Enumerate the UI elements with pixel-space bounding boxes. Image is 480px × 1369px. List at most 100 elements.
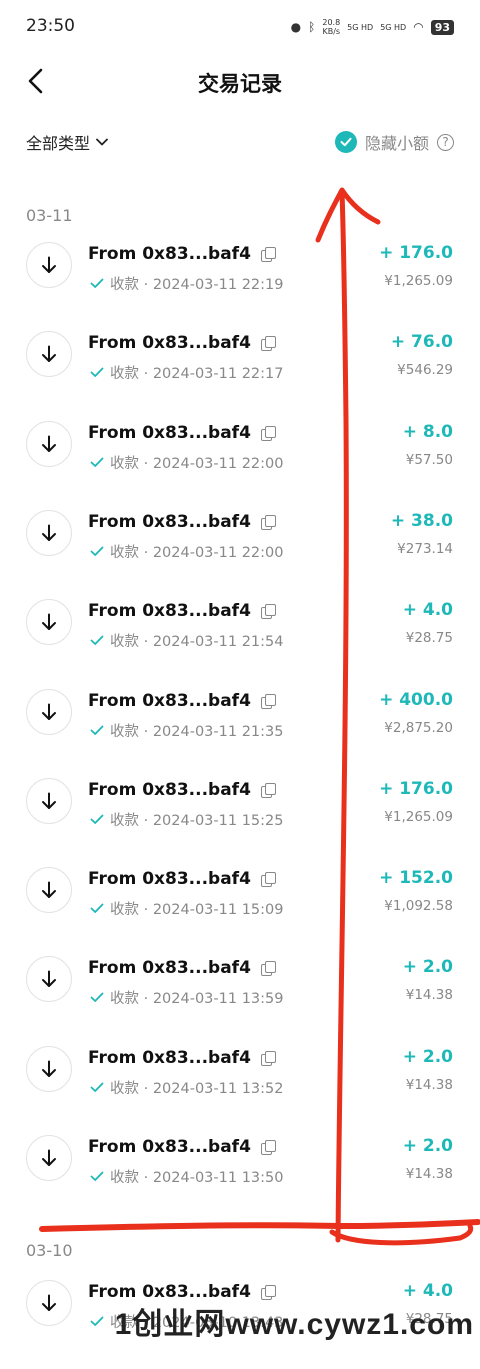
transaction-row[interactable]: From 0x83...baf4 收款 · 2024-03-11 13:59 + 2…	[0, 956, 480, 1045]
transaction-row[interactable]: From 0x83...baf4 收款 · 2024-03-11 13:50 + 2…	[0, 1135, 480, 1224]
transaction-status: 收款 · 2024-03-11 13:52	[90, 1077, 284, 1098]
receive-arrow-icon	[26, 509, 72, 556]
transaction-row[interactable]: From 0x83...baf4 收款 · 2024-03-11 15:09 + 1…	[0, 867, 480, 956]
status-text: 收款 · 2024-03-11 22:19	[110, 277, 284, 293]
status-text: 收款 · 2024-03-11 13:59	[110, 991, 284, 1008]
transaction-from: From 0x83...baf4	[88, 779, 276, 800]
transaction-row[interactable]: From 0x83...baf4 收款 · 2024-03-11 21:54 + 4…	[0, 599, 480, 688]
transaction-row[interactable]: From 0x83...baf4 收款 · 2024-03-11 15:25 + 1…	[0, 777, 480, 867]
transaction-from: From 0x83...baf4	[88, 958, 276, 978]
transaction-row[interactable]: From 0x83...baf4 收款 · 2024-03-11 22:00 + 8…	[0, 420, 480, 510]
status-text: 收款 · 2024-03-11 21:35	[110, 723, 284, 740]
check-icon	[90, 1316, 104, 1326]
type-filter-dropdown[interactable]: 全部类型	[26, 130, 108, 154]
speed-value: 20.8	[322, 18, 341, 27]
status-text: 收款 · 2024-03-11 15:25	[110, 812, 284, 829]
copy-icon[interactable]	[260, 782, 276, 798]
transaction-fiat-value: ¥57.50	[405, 451, 453, 468]
transaction-row[interactable]: From 0x83...baf4 收款 · 2024-03-11 21:35 + 4…	[0, 688, 480, 778]
receive-arrow-icon	[26, 956, 72, 1003]
wifi-icon: ◠	[413, 20, 424, 34]
receive-arrow-icon	[26, 420, 72, 467]
check-icon	[90, 457, 104, 467]
transaction-from: From 0x83...baf4	[88, 601, 276, 622]
copy-icon[interactable]	[260, 514, 276, 530]
from-address: From 0x83...baf4	[88, 779, 251, 800]
copy-icon[interactable]	[260, 1285, 276, 1300]
checked-icon[interactable]	[334, 131, 357, 153]
check-icon	[90, 903, 104, 913]
transaction-amount: + 176.0	[379, 243, 453, 263]
copy-icon[interactable]	[260, 872, 276, 888]
copy-icon[interactable]	[260, 961, 276, 977]
transaction-row[interactable]: From 0x83...baf4 收款 · 2024-03-11 13:52 + 2…	[0, 1045, 480, 1135]
from-address: From 0x83...baf4	[88, 1047, 251, 1068]
from-address: From 0x83...baf4	[88, 601, 251, 622]
status-text: 收款 · 2024-03-11 22:00	[110, 544, 284, 561]
transaction-from: From 0x83...baf4	[88, 244, 276, 264]
receive-arrow-icon	[26, 777, 72, 824]
copy-icon[interactable]	[260, 693, 276, 709]
transaction-row[interactable]: From 0x83...baf4 收款 · 2024-03-11 22:19 + 1…	[0, 242, 480, 331]
date-header: 03-11	[26, 206, 73, 225]
transaction-amount: + 2.0	[402, 957, 453, 978]
copy-icon[interactable]	[260, 336, 276, 352]
check-icon	[90, 814, 104, 824]
transaction-amount: + 8.0	[402, 421, 453, 442]
check-icon	[90, 278, 104, 288]
transaction-from: From 0x83...baf4	[88, 1137, 276, 1157]
from-address: From 0x83...baf4	[88, 511, 251, 532]
transaction-fiat-value: ¥14.38	[405, 1076, 453, 1093]
transaction-amount: + 2.0	[402, 1136, 453, 1156]
status-time: 23:50	[26, 16, 75, 36]
signal-2: 5G HD	[380, 22, 407, 32]
header: 交易记录	[0, 58, 480, 108]
signal-1: 5G HD	[347, 22, 374, 32]
check-icon	[90, 725, 104, 735]
from-address: From 0x83...baf4	[88, 244, 251, 264]
status-text: 收款 · 2024-03-11 22:00	[110, 455, 284, 472]
bluetooth-icon: ᛒ	[308, 20, 316, 34]
transaction-status: 收款 · 2024-03-11 22:00	[90, 452, 284, 473]
transaction-amount: + 176.0	[379, 778, 453, 799]
transaction-amount: + 38.0	[390, 510, 453, 531]
copy-icon[interactable]	[260, 247, 276, 262]
transaction-status: 收款 · 2024-03-11 21:54	[90, 630, 284, 651]
copy-icon[interactable]	[260, 1050, 276, 1066]
status-text: 收款 · 2024-03-11 21:54	[110, 634, 284, 651]
copy-icon[interactable]	[260, 425, 276, 441]
transaction-status: 收款 · 2024-03-11 22:17	[90, 362, 284, 383]
copy-icon[interactable]	[260, 1140, 276, 1155]
receive-arrow-icon	[26, 867, 72, 914]
check-icon	[90, 635, 104, 646]
transaction-status: 收款 · 2024-03-11 13:59	[90, 987, 284, 1008]
transaction-row[interactable]: From 0x83...baf4 收款 · 2024-03-11 22:17 + 7…	[0, 331, 480, 420]
receive-arrow-icon	[26, 599, 72, 646]
mic-icon: ●	[290, 20, 302, 34]
check-icon	[90, 1171, 104, 1181]
transaction-from: From 0x83...baf4	[88, 423, 276, 443]
transaction-from: From 0x83...baf4	[88, 1047, 276, 1068]
transaction-fiat-value: ¥14.38	[405, 987, 453, 1004]
hide-small-label: 隐藏小额	[364, 134, 429, 153]
transaction-from: From 0x83...baf4	[88, 691, 276, 711]
transaction-fiat-value: ¥28.75	[405, 630, 453, 647]
check-icon	[90, 546, 104, 556]
transaction-amount: + 4.0	[402, 1281, 453, 1301]
receive-arrow-icon	[26, 688, 72, 735]
transaction-fiat-value: ¥273.14	[397, 540, 453, 557]
transaction-fiat-value: ¥546.29	[397, 362, 453, 379]
status-text: 收款 · 2024-03-11 13:52	[110, 1080, 284, 1097]
transaction-status: 收款 · 2024-03-11 22:00	[90, 541, 284, 562]
from-address: From 0x83...baf4	[88, 333, 251, 354]
transaction-amount: + 76.0	[390, 332, 453, 353]
speed-unit: KB/s	[322, 27, 341, 36]
check-icon	[90, 367, 104, 378]
hide-small-toggle[interactable]: 隐藏小额 ?	[334, 130, 454, 154]
receive-arrow-icon	[26, 1280, 72, 1326]
help-icon[interactable]: ?	[437, 133, 454, 151]
transaction-fiat-value: ¥1,265.09	[384, 808, 453, 825]
transaction-row[interactable]: From 0x83...baf4 收款 · 2024-03-11 22:00 + 3…	[0, 509, 480, 599]
transaction-fiat-value: ¥1,265.09	[384, 273, 453, 289]
copy-icon[interactable]	[260, 604, 276, 620]
